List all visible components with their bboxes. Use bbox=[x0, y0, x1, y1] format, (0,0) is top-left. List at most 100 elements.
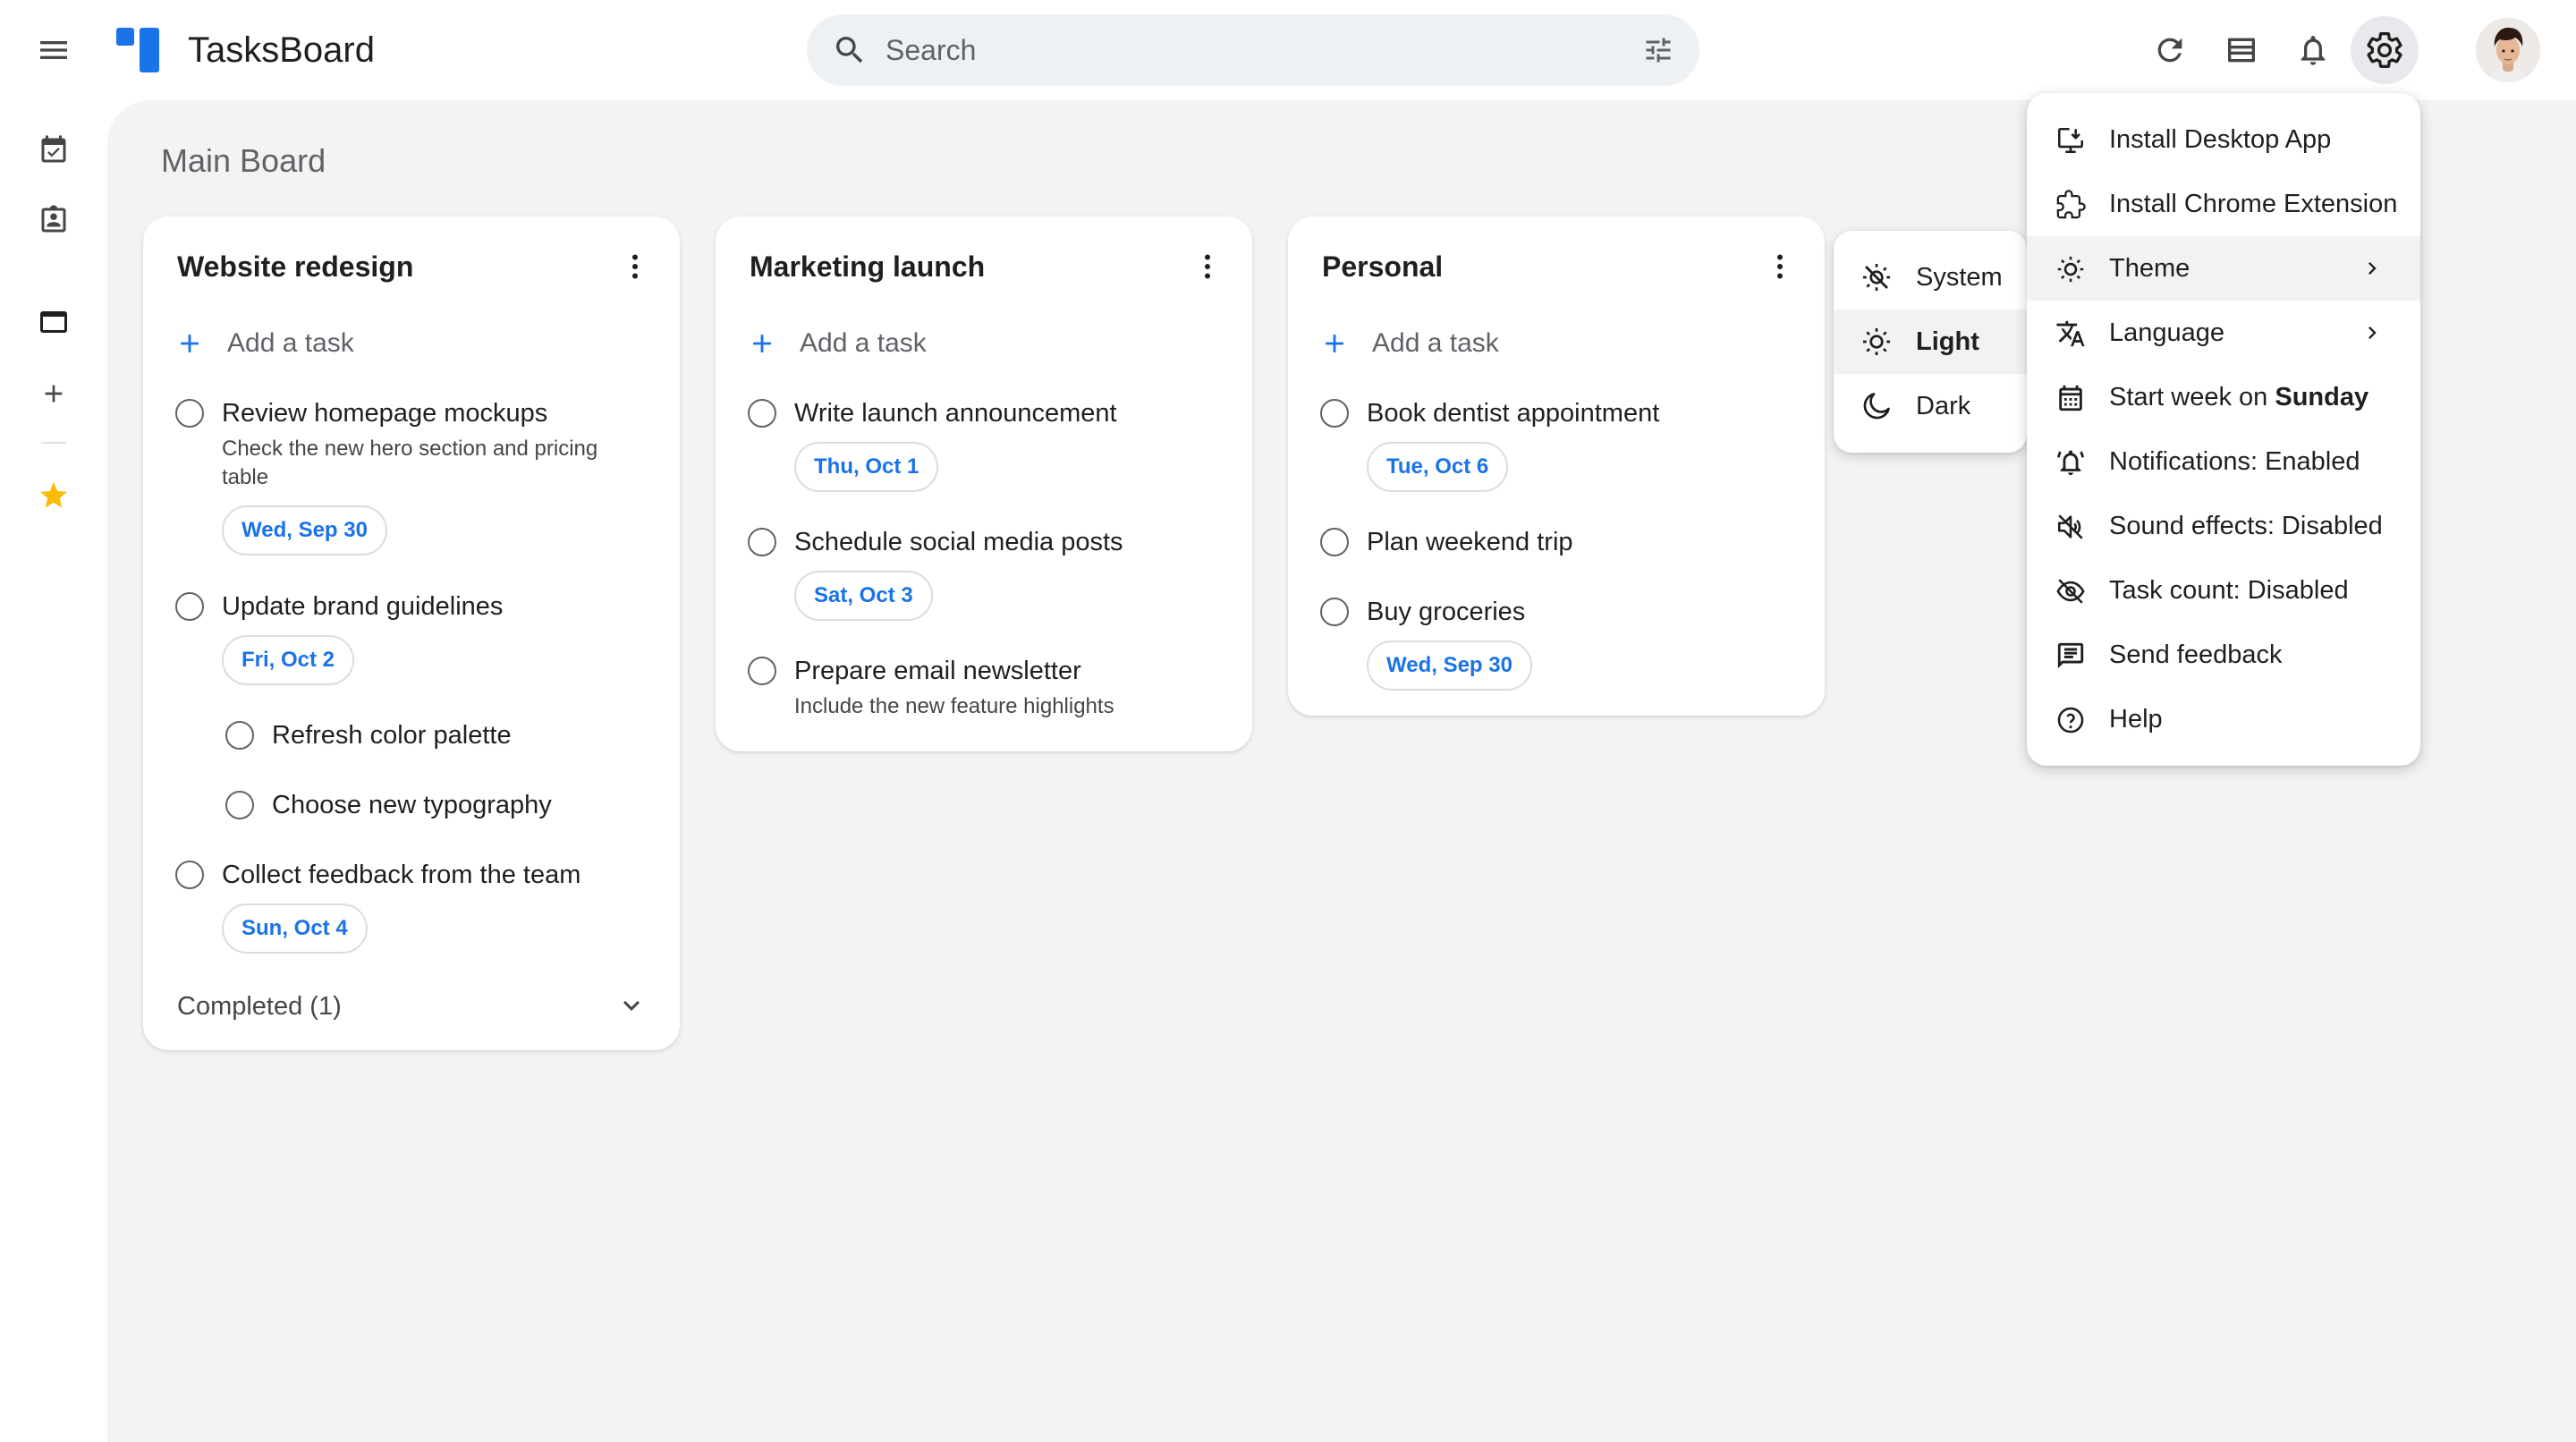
task-checkbox[interactable] bbox=[748, 657, 776, 685]
event-available-icon bbox=[41, 135, 66, 163]
list-title[interactable]: Website redesign bbox=[177, 249, 413, 284]
menu-item-label: Install Desktop App bbox=[2109, 125, 2332, 154]
task-title: Book dentist appointment bbox=[1367, 399, 1660, 428]
avatar-icon bbox=[2476, 18, 2540, 82]
rail-starred-button[interactable] bbox=[30, 472, 77, 519]
subtask-title: Refresh color palette bbox=[272, 721, 512, 750]
theme-option-label: Light bbox=[1916, 327, 1979, 356]
theme-icon bbox=[2055, 254, 2086, 284]
feedback-icon bbox=[2055, 640, 2086, 671]
logo-icon bbox=[116, 28, 159, 72]
refresh-button[interactable] bbox=[2143, 23, 2197, 77]
due-date-chip[interactable]: Tue, Oct 6 bbox=[1367, 442, 1509, 492]
task-description: Check the new hero section and pricing t… bbox=[222, 437, 598, 489]
due-date-chip[interactable]: Sun, Oct 4 bbox=[222, 903, 368, 954]
due-date-chip[interactable]: Sat, Oct 3 bbox=[794, 571, 933, 621]
layout-button[interactable] bbox=[2215, 23, 2268, 77]
menu-item-label: Sound effects: Disabled bbox=[2109, 512, 2383, 540]
task-title: Prepare email newsletter bbox=[794, 657, 1081, 685]
task-checkbox[interactable] bbox=[175, 399, 204, 428]
gear-icon bbox=[2367, 32, 2402, 68]
menu-item-sound-effects[interactable]: Sound effects: Disabled bbox=[2027, 494, 2420, 558]
rail-add-button[interactable] bbox=[30, 370, 77, 417]
task-checkbox[interactable] bbox=[225, 791, 254, 819]
menu-item-install-desktop[interactable]: Install Desktop App bbox=[2027, 107, 2420, 172]
task-title: Update brand guidelines bbox=[222, 592, 504, 621]
due-date-chip[interactable]: Thu, Oct 1 bbox=[794, 442, 939, 492]
add-task-button[interactable]: Add a task bbox=[1318, 322, 1499, 365]
search-input[interactable] bbox=[886, 14, 1583, 86]
sun-icon bbox=[1860, 326, 1893, 358]
menu-item-help[interactable]: Help bbox=[2027, 687, 2420, 751]
plus-icon bbox=[45, 385, 63, 403]
task-title: Review homepage mockups bbox=[222, 399, 548, 428]
more-vert-icon bbox=[632, 254, 638, 279]
visibility-off-icon bbox=[2055, 576, 2086, 606]
menu-item-theme[interactable]: Theme bbox=[2027, 236, 2420, 301]
task-checkbox[interactable] bbox=[175, 861, 204, 889]
more-vert-icon bbox=[1777, 254, 1783, 279]
menu-item-label: Notifications: Enabled bbox=[2109, 447, 2360, 476]
list-options-button[interactable] bbox=[1758, 245, 1801, 288]
task-list-card: Personal Add a task Book dentist appoint… bbox=[1288, 216, 1825, 716]
theme-option-system[interactable]: System bbox=[1834, 245, 2027, 310]
plus-icon bbox=[174, 327, 206, 360]
task-checkbox[interactable] bbox=[225, 721, 254, 750]
rail-window-button[interactable] bbox=[30, 299, 77, 345]
menu-item-start-week[interactable]: Start week on Sunday bbox=[2027, 365, 2420, 429]
add-task-label: Add a task bbox=[800, 328, 927, 358]
due-date-chip[interactable]: Wed, Sep 30 bbox=[1367, 640, 1532, 691]
completed-section-toggle[interactable]: Completed (1) bbox=[177, 992, 342, 1022]
list-title[interactable]: Marketing launch bbox=[750, 249, 985, 284]
rail-divider bbox=[41, 442, 66, 444]
settings-button[interactable] bbox=[2351, 16, 2419, 84]
expand-completed-button[interactable] bbox=[615, 989, 648, 1022]
task-checkbox[interactable] bbox=[748, 528, 776, 556]
task-title: Write launch announcement bbox=[794, 399, 1117, 428]
hamburger-icon bbox=[40, 41, 67, 59]
theme-option-light[interactable]: Light bbox=[1834, 310, 2027, 374]
main-menu-button[interactable] bbox=[29, 25, 79, 75]
view-agenda-icon bbox=[2228, 38, 2255, 63]
task-list-card: Website redesign Add a task Review homep… bbox=[143, 216, 680, 1050]
menu-item-label: Install Chrome Extension bbox=[2109, 190, 2398, 218]
bell-icon bbox=[2301, 36, 2326, 65]
app-logo[interactable] bbox=[114, 25, 165, 75]
add-task-label: Add a task bbox=[1372, 328, 1499, 358]
menu-item-label: Send feedback bbox=[2109, 640, 2283, 669]
task-checkbox[interactable] bbox=[748, 399, 776, 428]
task-checkbox[interactable] bbox=[175, 592, 204, 621]
menu-item-task-count[interactable]: Task count: Disabled bbox=[2027, 558, 2420, 623]
board-title: Main Board bbox=[161, 142, 326, 179]
account-avatar[interactable] bbox=[2476, 18, 2540, 82]
menu-item-install-extension[interactable]: Install Chrome Extension bbox=[2027, 172, 2420, 236]
list-options-button[interactable] bbox=[1186, 245, 1229, 288]
notifications-button[interactable] bbox=[2286, 23, 2340, 77]
menu-item-language[interactable]: Language bbox=[2027, 301, 2420, 365]
menu-item-send-feedback[interactable]: Send feedback bbox=[2027, 623, 2420, 687]
list-options-button[interactable] bbox=[614, 245, 657, 288]
list-title[interactable]: Personal bbox=[1322, 249, 1443, 284]
task-checkbox[interactable] bbox=[1320, 399, 1349, 428]
task-checkbox[interactable] bbox=[1320, 598, 1349, 626]
refresh-icon bbox=[2157, 38, 2182, 63]
subtask-title: Choose new typography bbox=[272, 791, 552, 819]
add-task-button[interactable]: Add a task bbox=[746, 322, 927, 365]
theme-option-dark[interactable]: Dark bbox=[1834, 374, 2027, 438]
menu-item-label: Language bbox=[2109, 318, 2225, 347]
menu-item-notifications[interactable]: Notifications: Enabled bbox=[2027, 429, 2420, 494]
task-checkbox[interactable] bbox=[1320, 528, 1349, 556]
settings-menu: Install Desktop App Install Chrome Exten… bbox=[2027, 93, 2420, 766]
add-task-button[interactable]: Add a task bbox=[174, 322, 354, 365]
search-bar[interactable] bbox=[807, 14, 1699, 86]
rail-calendar-button[interactable] bbox=[30, 127, 77, 174]
task-title: Plan weekend trip bbox=[1367, 528, 1573, 556]
search-options-button[interactable] bbox=[1642, 34, 1674, 66]
install-desktop-icon bbox=[2055, 125, 2086, 156]
top-app-bar: TasksBoard bbox=[0, 0, 2576, 100]
task-title: Collect feedback from the team bbox=[222, 861, 581, 889]
rail-contacts-button[interactable] bbox=[30, 197, 77, 243]
due-date-chip[interactable]: Wed, Sep 30 bbox=[222, 505, 387, 556]
notification-icon bbox=[2055, 447, 2086, 478]
due-date-chip[interactable]: Fri, Oct 2 bbox=[222, 635, 355, 685]
